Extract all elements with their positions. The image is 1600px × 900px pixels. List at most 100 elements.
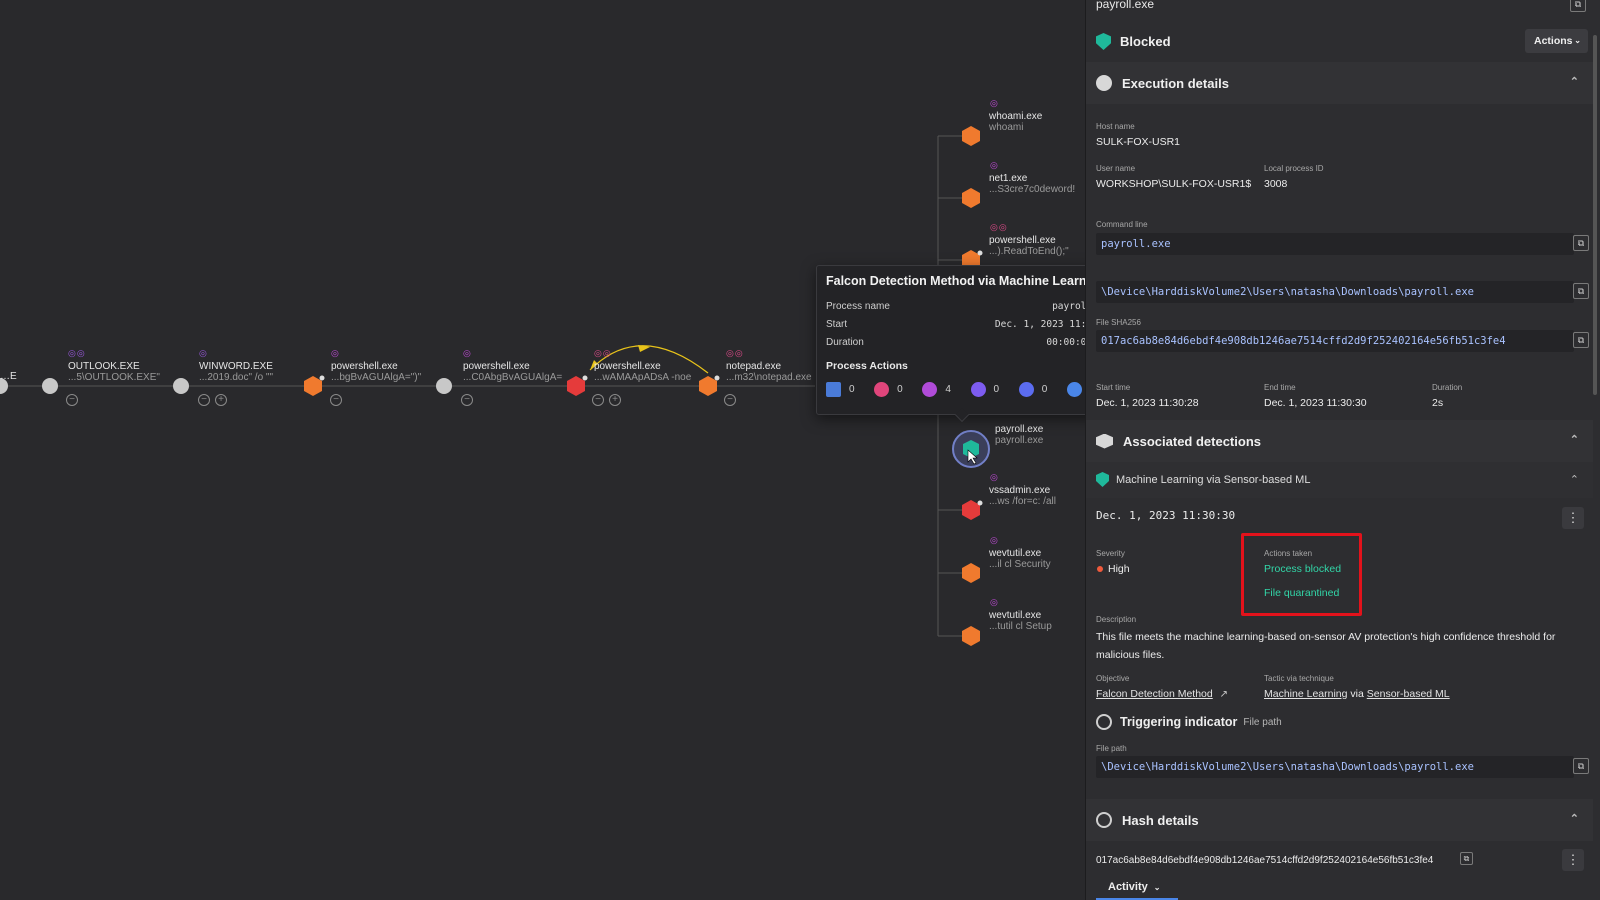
user-action[interactable]: 0 — [1066, 382, 1085, 397]
triggering-file-path[interactable]: \Device\HarddiskVolume2\Users\natasha\Do… — [1096, 756, 1574, 778]
fingerprint-icon — [1096, 714, 1112, 730]
dns-action[interactable]: 0 — [874, 382, 922, 397]
graph-label-powershell-child[interactable]: powershell.exe ...).ReadToEnd();" — [989, 235, 1069, 257]
description-label: Description — [1096, 615, 1137, 624]
tactic-link[interactable]: Machine Learning — [1264, 688, 1347, 700]
copy-icon[interactable]: ⧉ — [1460, 852, 1473, 865]
graph-label-whoami[interactable]: whoami.exe whoami — [989, 111, 1042, 133]
triggering-indicator-header: Triggering indicator File path — [1096, 712, 1282, 732]
user-icon — [1066, 382, 1082, 397]
more-options-icon[interactable]: ⋮ — [1562, 849, 1584, 871]
winword-tags: ◎ — [199, 348, 208, 358]
notepad-tags: ◎◎ — [726, 348, 744, 358]
filter-action[interactable]: 0 — [1018, 382, 1067, 397]
file-path-label: File path — [1096, 744, 1127, 753]
graph-node-powershell-1 — [304, 376, 322, 396]
graph-label-notepad[interactable]: notepad.exe ...m32\notepad.exe — [726, 361, 812, 383]
file-icon — [970, 382, 986, 397]
copy-icon[interactable]: ⧉ — [1573, 332, 1589, 348]
file-action[interactable]: 0 — [970, 382, 1019, 397]
graph-edges — [0, 126, 990, 646]
hash-value: 017ac6ab8e84d6ebdf4e908db1246ae7514cffd2… — [1096, 855, 1434, 866]
chevron-down-icon: ⌄ — [1574, 36, 1581, 45]
process-graph[interactable]: …E ◎◎ OUTLOOK.EXE ...5\OUTLOOK.EXE" − ◎ W… — [0, 0, 1085, 900]
hash-details-header[interactable]: Hash details ⌃ — [1086, 799, 1593, 841]
start-time-label: Start time — [1096, 383, 1131, 392]
severity-dot-icon — [1097, 566, 1103, 572]
host-name-label: Host name — [1096, 122, 1135, 131]
collapse-button[interactable]: − — [66, 394, 78, 406]
graph-label-powershell-2[interactable]: powershell.exe ...C0AbgBvAGUAlgA= — [463, 361, 562, 383]
local-pid-label: Local process ID — [1264, 164, 1324, 173]
copy-icon[interactable]: ⧉ — [1573, 758, 1589, 774]
technique-link[interactable]: Sensor-based ML — [1367, 688, 1450, 700]
chevron-up-icon: ⌃ — [1569, 76, 1579, 88]
graph-label-partial[interactable]: …E — [0, 371, 17, 382]
user-name-label: User name — [1096, 164, 1136, 173]
collapse-button[interactable]: − — [724, 394, 736, 406]
open-icon[interactable]: ⧉ — [1570, 0, 1586, 12]
graph-label-winword[interactable]: WINWORD.EXE ...2019.doc" /o "" — [199, 361, 273, 383]
external-link-icon[interactable]: ↗ — [1220, 689, 1228, 700]
graph-label-outlook[interactable]: OUTLOOK.EXE ...5\OUTLOOK.EXE" — [68, 361, 160, 383]
graph-label-payroll[interactable]: payroll.exe payroll.exe — [995, 424, 1043, 446]
process-actions-label: Process Actions — [826, 360, 908, 372]
copy-icon[interactable]: ⧉ — [1573, 283, 1589, 299]
file-path-field[interactable]: \Device\HarddiskVolume2\Users\natasha\Do… — [1096, 281, 1574, 303]
more-options-icon[interactable]: ⋮ — [1562, 507, 1584, 529]
chevron-up-icon: ⌃ — [1569, 813, 1579, 825]
powershell-3-tags: ◎◎ — [594, 348, 612, 358]
objective-value: Falcon Detection Method ↗ — [1096, 688, 1228, 700]
tooltip-title: Falcon Detection Method via Machine Lear… — [826, 274, 1085, 288]
collapse-button[interactable]: − — [330, 394, 342, 406]
tooltip-row-process-name: Process namepayroll.exe — [826, 300, 1085, 312]
graph-label-vssadmin[interactable]: vssadmin.exe ...ws /for=c: /all — [989, 485, 1056, 507]
graph-label-wevtutil-2[interactable]: wevtutil.exe ...tutil cl Setup — [989, 610, 1052, 632]
graph-label-wevtutil-1[interactable]: wevtutil.exe ...il cl Security — [989, 548, 1051, 570]
activity-tab[interactable]: Activity ⌄ — [1096, 877, 1178, 900]
user-name-value: WORKSHOP\SULK-FOX-USR1$ — [1096, 178, 1252, 190]
copy-icon[interactable]: ⧉ — [1573, 235, 1589, 251]
graph-label-net1[interactable]: net1.exe ...S3cre7c0deword! — [989, 173, 1075, 195]
outlook-tags: ◎◎ — [68, 348, 86, 358]
command-line-field[interactable]: payroll.exe — [1096, 233, 1574, 255]
actions-taken-label: Actions taken — [1264, 549, 1313, 558]
command-line-label: Command line — [1096, 220, 1148, 229]
detection-tooltip: Falcon Detection Method via Machine Lear… — [816, 265, 1085, 423]
detection-item-header[interactable]: Machine Learning via Sensor-based ML ⌃ — [1086, 462, 1593, 498]
target-action[interactable]: 4 — [922, 382, 970, 397]
sha256-field[interactable]: 017ac6ab8e84d6ebdf4e908db1246ae7514cffd2… — [1096, 330, 1574, 352]
objective-link[interactable]: Falcon Detection Method — [1096, 688, 1213, 700]
graph-node-winword — [173, 378, 189, 394]
filter-icon — [1018, 382, 1034, 397]
end-time-label: End time — [1264, 383, 1296, 392]
graph-node-net1 — [962, 188, 980, 208]
status-label: Blocked — [1120, 34, 1171, 49]
objective-label: Objective — [1096, 674, 1130, 683]
whoami-tags: ◎ — [990, 98, 999, 108]
tooltip-row-duration: Duration00:00:02.759 — [826, 336, 1085, 348]
wevtutil-2-tags: ◎ — [990, 597, 999, 607]
circle-icon — [1096, 75, 1112, 91]
target-icon — [922, 382, 938, 397]
shield-check-icon — [1096, 472, 1109, 487]
collapse-button[interactable]: − — [198, 394, 210, 406]
dns-icon — [874, 382, 890, 397]
collapse-button[interactable]: − — [592, 394, 604, 406]
process-actions: 0 0 4 0 0 0 — [826, 382, 1085, 397]
associated-detections-header[interactable]: Associated detections ⌃ — [1086, 420, 1593, 462]
execution-details-header[interactable]: Execution details ⌃ — [1086, 62, 1593, 104]
collapse-button[interactable]: − — [461, 394, 473, 406]
graph-label-powershell-3[interactable]: powershell.exe ...wAMAApADsA -noe — [594, 361, 691, 383]
expand-button[interactable]: + — [215, 394, 227, 406]
graph-label-powershell-1[interactable]: powershell.exe ...bgBvAGUAlgA=")" — [331, 361, 421, 383]
fingerprint-icon — [1096, 812, 1112, 828]
network-action[interactable]: 0 — [826, 382, 874, 397]
net1-tags: ◎ — [990, 160, 999, 170]
expand-button[interactable]: + — [609, 394, 621, 406]
tooltip-row-start: StartDec. 1, 2023 11:30:28 — [826, 318, 1085, 330]
actions-button[interactable]: Actions ⌄ — [1525, 29, 1588, 53]
scrollbar[interactable] — [1593, 35, 1597, 395]
graph-node-wevtutil-2 — [962, 626, 980, 646]
local-pid-value: 3008 — [1264, 178, 1288, 190]
